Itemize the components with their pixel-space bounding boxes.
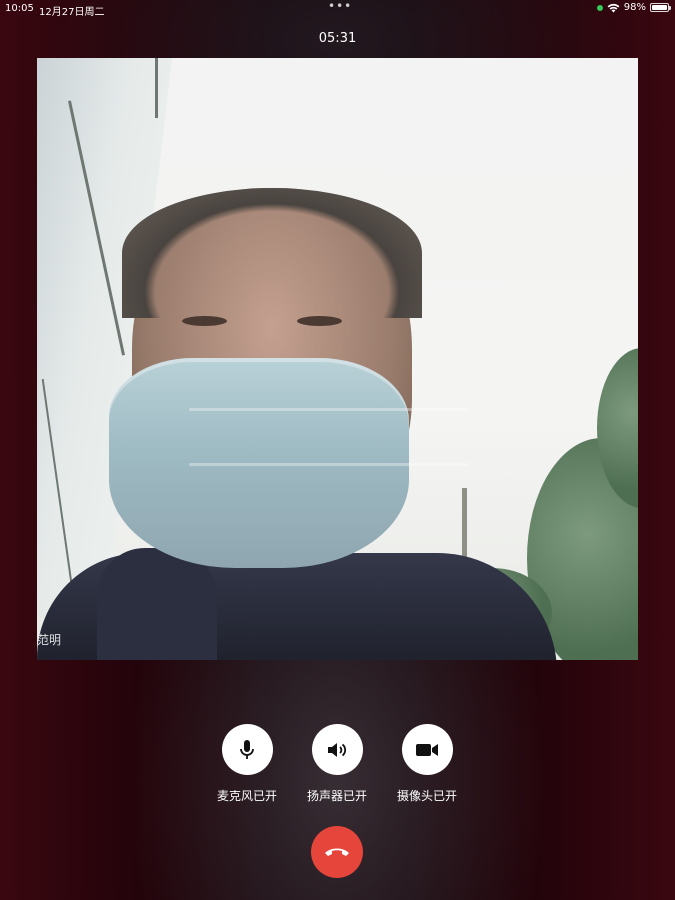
- caller-hair: [122, 188, 422, 318]
- battery-icon: [650, 3, 671, 12]
- face-mask: [109, 358, 469, 568]
- camera-label: 摄像头已开: [396, 789, 457, 803]
- caller-eye: [182, 316, 227, 326]
- building-edge: [155, 58, 158, 118]
- caller-eyes: [177, 316, 367, 332]
- hangup-button[interactable]: [311, 826, 363, 878]
- microphone-icon: [240, 739, 254, 759]
- speaker-label: 扬声器已开: [306, 789, 367, 803]
- call-controls: 麦克风已开 扬声器已开 摄像头已开: [0, 724, 675, 814]
- status-right: 98%: [596, 2, 671, 13]
- microphone-control: 麦克风已开: [202, 724, 292, 804]
- multitasking-dots[interactable]: •••: [328, 0, 352, 13]
- microphone-label: 麦克风已开: [216, 789, 277, 803]
- battery-percent: 98%: [623, 2, 646, 13]
- camera-control: 摄像头已开: [382, 724, 472, 804]
- call-timer: 05:31: [318, 31, 357, 46]
- status-date: 12月27日周二: [39, 7, 105, 18]
- remote-video[interactable]: 范明: [37, 58, 638, 660]
- wifi-icon: [607, 3, 620, 13]
- speaker-icon: [328, 742, 347, 757]
- battery-fill: [652, 5, 667, 10]
- camera-button[interactable]: [401, 724, 453, 775]
- caller-collar: [97, 548, 217, 660]
- caller-name: 范明: [37, 633, 62, 647]
- camera-in-use-indicator: [596, 4, 603, 11]
- mask-fold: [189, 408, 469, 411]
- speaker-button[interactable]: [311, 724, 363, 775]
- status-time: 10:05: [5, 3, 34, 14]
- microphone-button[interactable]: [221, 724, 273, 775]
- caller-eye: [297, 316, 342, 326]
- phone-hangup-icon: [325, 848, 349, 856]
- video-camera-icon: [416, 743, 438, 756]
- speaker-control: 扬声器已开: [292, 724, 382, 804]
- status-bar: 10:05 12月27日周二 ••• 98%: [0, 0, 675, 18]
- mask-fold: [189, 463, 469, 466]
